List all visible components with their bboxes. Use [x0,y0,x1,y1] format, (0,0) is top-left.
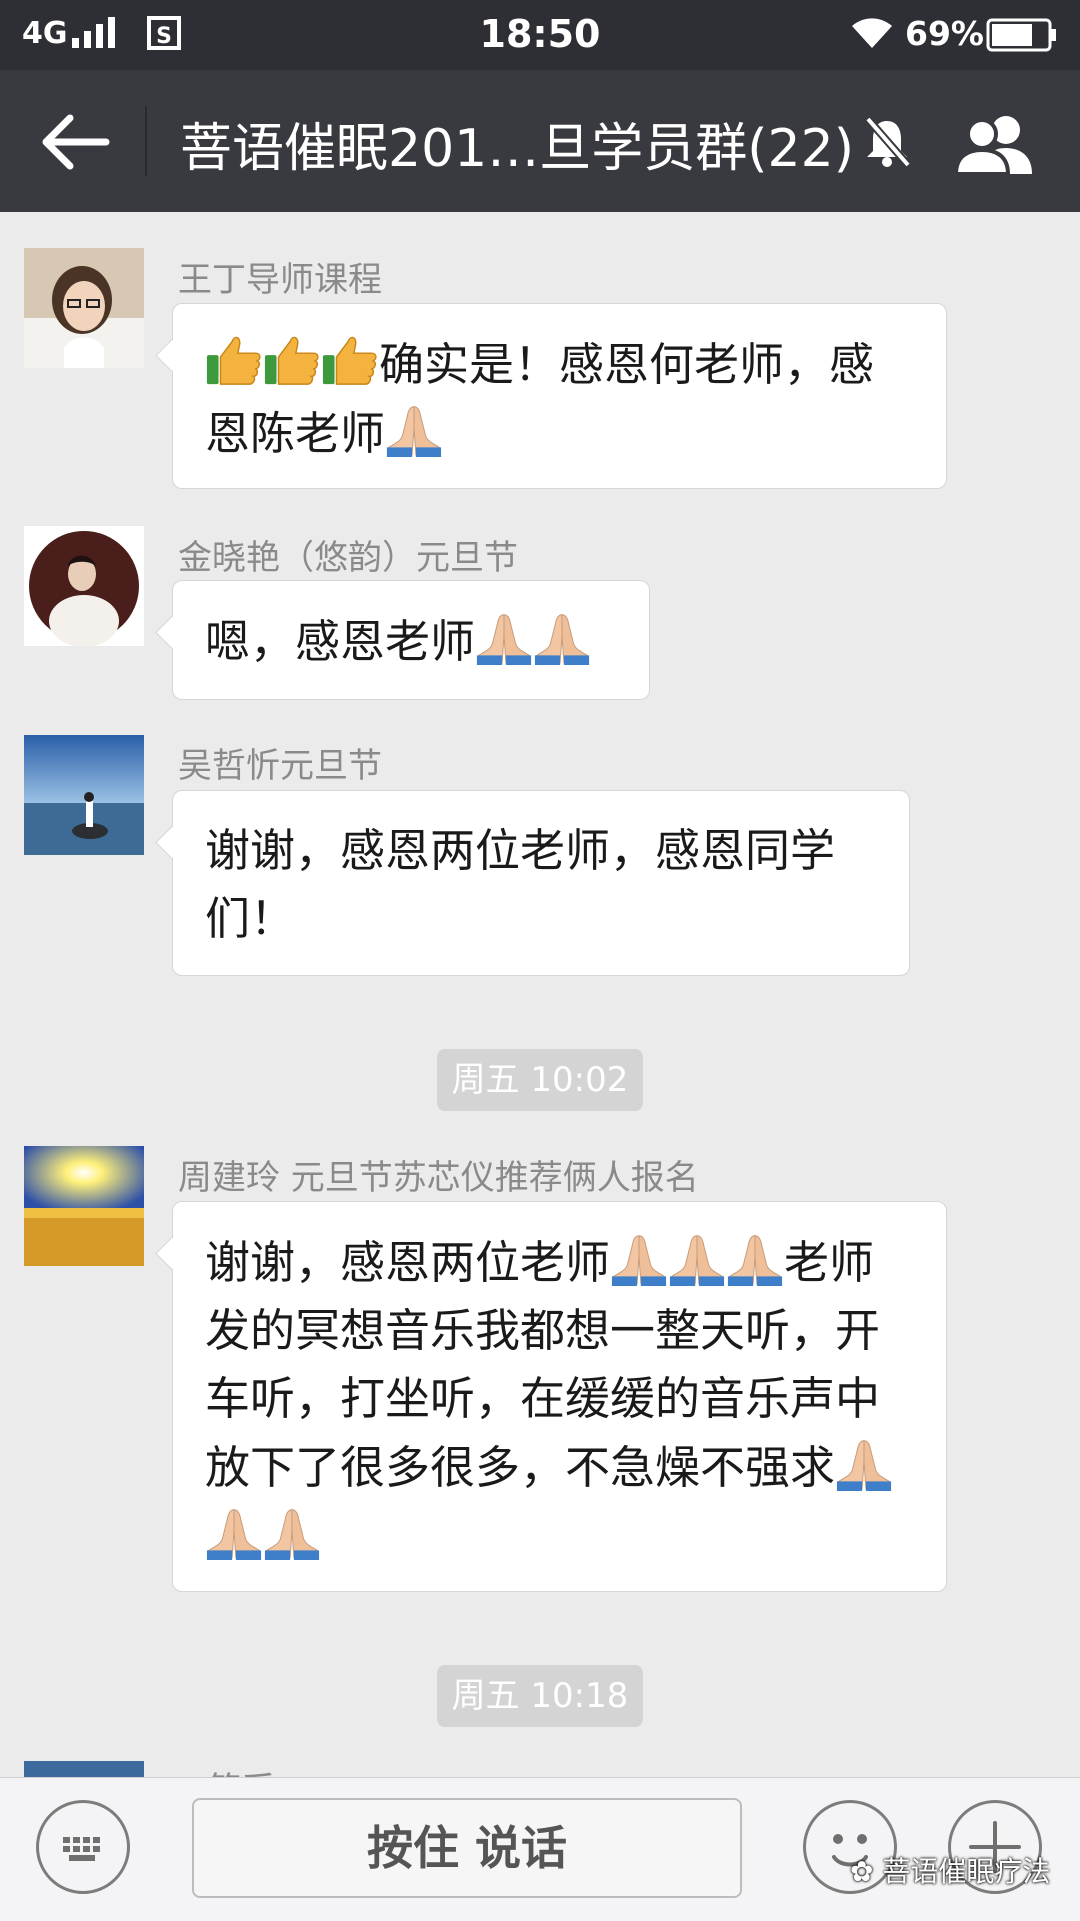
avatar[interactable] [24,526,144,646]
sender-name: 金晓艳（悠韵）元旦节 [178,538,518,578]
title-divider [145,106,147,176]
thumbs-up-emoji [321,330,379,388]
wechat-logo-icon: ✿ [850,1855,874,1888]
message-line: 发的冥想音乐我都想一整天听，开 [205,1304,881,1357]
message-text: 老师 [784,1236,875,1289]
message-bubble[interactable]: 谢谢，感恩两位老师，感恩同学 们！ [172,790,910,976]
message-text: 谢谢，感恩两位老师 [205,1236,611,1289]
message-bubble[interactable]: 嗯，感恩老师 [172,580,650,700]
battery-percent: 69% [905,14,984,53]
group-members-icon[interactable] [952,110,1038,176]
message-text: 确实是！感恩何老师，感 [379,338,875,391]
message-line: 嗯，感恩老师 [205,607,617,676]
keyboard-icon [63,1837,100,1861]
folded-hands-emoji [835,1433,893,1491]
avatar[interactable] [24,735,144,855]
hold-to-talk-button[interactable]: 按住 说话 [192,1798,742,1898]
message-line: 谢谢，感恩两位老师，感恩同学 [205,824,836,877]
input-bar: 按住 说话 [0,1777,1080,1921]
message-line: 车听，打坐听，在缓缓的音乐声中 [205,1372,881,1425]
sender-name: 王丁导师课程 [178,260,382,300]
keyboard-toggle-button[interactable] [36,1800,130,1894]
avatar[interactable] [24,248,144,368]
group-title: 菩语催眠201…旦学员群(22) [180,119,854,179]
message-text: 放下了很多很多，不急燥不强求 [205,1441,836,1494]
sender-name: 吴哲忻元旦节 [178,746,382,786]
message-bubble[interactable]: 谢谢，感恩两位老师 老师 发的冥想音乐我都想一整天听，开 车听，打坐听，在缓缓的音… [172,1201,947,1592]
status-bar: 4G S 18:50 69% [0,0,1080,70]
avatar[interactable] [24,1146,144,1266]
folded-hands-emoji [726,1228,784,1286]
mute-bell-icon [864,116,912,168]
folded-hands-emoji [263,1502,321,1560]
message-line: 放下了很多很多，不急燥不强求 [205,1433,914,1502]
message-line: 谢谢，感恩两位老师 老师 [205,1228,914,1297]
folded-hands-emoji [533,607,591,665]
wifi-icon [852,18,892,48]
watermark: ✿ 菩语催眠疗法 [850,1850,1050,1890]
folded-hands-emoji [610,1228,668,1286]
message-text: 恩陈老师 [205,407,386,460]
chat-header: 菩语催眠201…旦学员群(22) [0,70,1080,212]
sender-name: 周建玲 元旦节苏芯仪推荐俩人报名 [178,1158,699,1198]
message-text: 嗯，感恩老师 [205,615,476,668]
message-line: 们！ [205,892,296,945]
folded-hands-emoji [668,1228,726,1286]
message-bubble[interactable]: 确实是！感恩何老师，感 恩陈老师 [172,303,947,489]
avatar[interactable] [24,1761,144,1777]
timestamp: 周五 10:02 [437,1049,643,1111]
message-line [205,1502,914,1571]
message-line: 恩陈老师 [205,399,914,468]
folded-hands-emoji [205,1502,263,1560]
sender-name: ○简采 [178,1762,276,1777]
back-arrow-icon[interactable] [40,114,110,170]
battery-icon [986,18,1056,52]
timestamp: 周五 10:18 [437,1665,643,1727]
folded-hands-emoji [385,399,443,457]
message-list[interactable]: 王丁导师课程 确实是！感恩何老师，感 恩陈老师 金晓艳（悠韵）元旦节 嗯，感恩老… [0,212,1080,1777]
message-line: 确实是！感恩何老师，感 [205,330,914,399]
thumbs-up-emoji [263,330,321,388]
watermark-text: 菩语催眠疗法 [882,1855,1051,1888]
thumbs-up-emoji [205,330,263,388]
folded-hands-emoji [475,607,533,665]
